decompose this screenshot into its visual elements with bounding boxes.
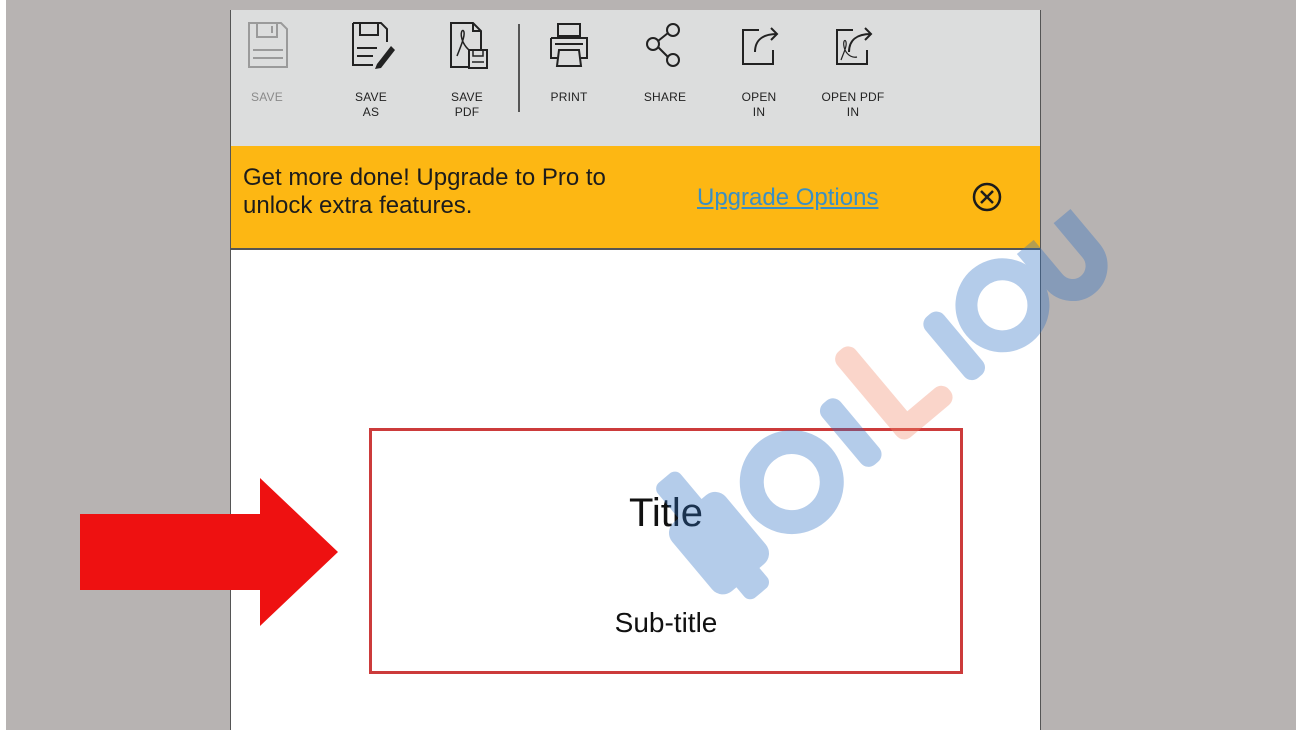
floppy-disk-icon — [248, 22, 288, 68]
save-pdf-icon — [450, 22, 488, 69]
open-pdf-in-label: OPEN PDF IN — [821, 90, 885, 119]
slide-subtitle[interactable]: Sub-title — [372, 607, 960, 639]
save-button[interactable]: SAVE — [237, 20, 297, 105]
save-pdf-button[interactable]: SAVE PDF — [437, 20, 497, 120]
toolbar: SAVE SAVE AS SAVE PDF PRINT SHARE OPEN I… — [231, 10, 1040, 146]
print-button[interactable]: PRINT — [539, 20, 599, 105]
app-window: SAVE SAVE AS SAVE PDF PRINT SHARE OPEN I… — [230, 10, 1108, 730]
print-label: PRINT — [550, 90, 588, 104]
share-label: SHARE — [643, 90, 687, 104]
open-in-button[interactable]: OPEN IN — [729, 20, 789, 120]
printer-icon — [550, 23, 588, 67]
share-icon — [646, 23, 680, 67]
toolbar-divider — [518, 24, 520, 112]
upgrade-options-link[interactable]: Upgrade Options — [697, 184, 878, 212]
upgrade-banner: Get more done! Upgrade to Pro to unlock … — [231, 146, 1040, 250]
close-circle-icon[interactable] — [971, 181, 1003, 213]
save-as-icon — [352, 22, 395, 69]
upgrade-message: Get more done! Upgrade to Pro to unlock … — [243, 164, 606, 219]
title-slide-placeholder[interactable]: Title Sub-title — [369, 428, 963, 674]
share-button[interactable]: SHARE — [635, 20, 695, 105]
open-in-icon — [742, 27, 779, 65]
save-as-label: SAVE AS — [355, 90, 387, 119]
open-pdf-in-icon — [836, 27, 873, 65]
save-label: SAVE — [251, 90, 283, 104]
open-pdf-in-button[interactable]: OPEN PDF IN — [817, 20, 889, 120]
open-in-label: OPEN IN — [741, 90, 777, 119]
save-pdf-label: SAVE PDF — [451, 90, 483, 119]
red-arrow-right-icon — [80, 478, 338, 626]
save-as-button[interactable]: SAVE AS — [341, 20, 401, 120]
slide-title[interactable]: Title — [372, 491, 960, 536]
